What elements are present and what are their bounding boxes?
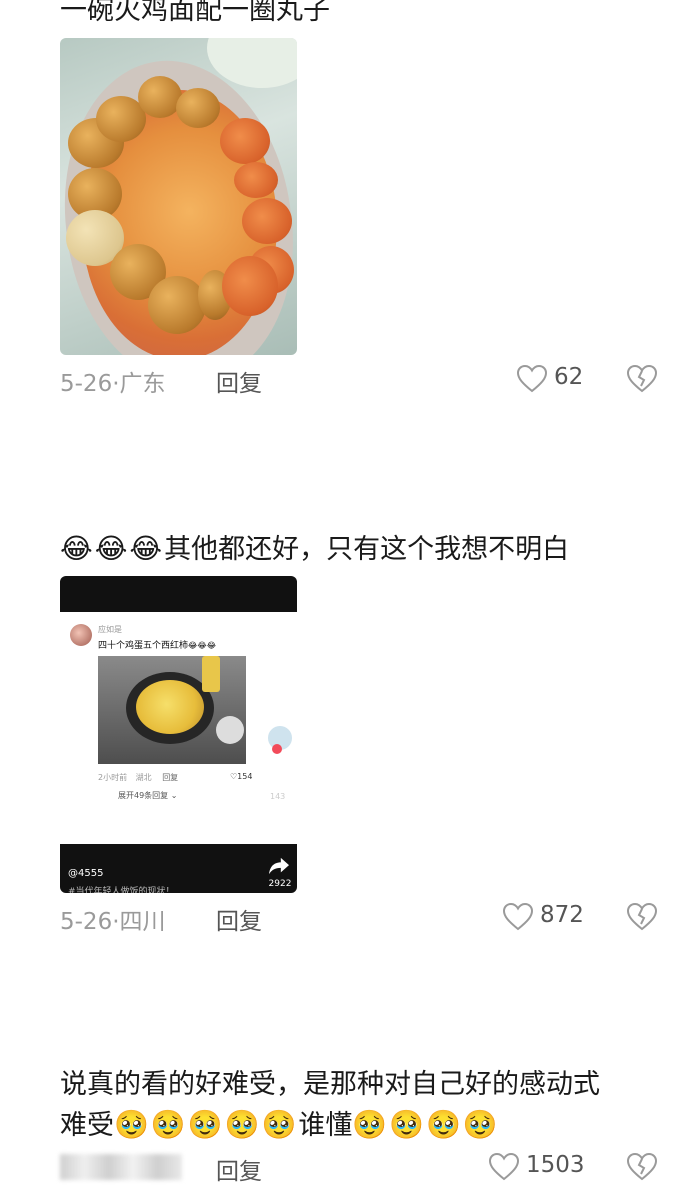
broken-heart-icon (626, 902, 658, 931)
pleading-emoji: 🥹🥹🥹🥹🥹 (114, 1108, 299, 1141)
embedded-meta: 2小时前 湖北 回复 (98, 773, 179, 782)
like-button[interactable]: 1503 (488, 1150, 598, 1184)
embedded-photo (98, 656, 246, 764)
meatball (176, 88, 220, 128)
fish-cake (242, 198, 292, 244)
broken-heart-icon (626, 1152, 658, 1181)
broken-heart-icon (626, 364, 658, 393)
like-button[interactable]: 62 (516, 362, 586, 396)
reply-button[interactable]: 回复 (216, 902, 262, 936)
like-count: 1503 (526, 1152, 585, 1178)
star-count: 52 (274, 836, 286, 846)
comment-date: 5-26 (60, 371, 113, 397)
dislike-button[interactable] (626, 1152, 658, 1186)
embedded-username: 应如是 (98, 625, 122, 634)
egg-tomato (136, 680, 204, 734)
share-count: 2922 (268, 879, 292, 889)
blurred-meta (60, 1154, 182, 1180)
video-author: @4555 (68, 868, 104, 879)
like-count: 62 (554, 364, 584, 390)
comment-location: 广东 (119, 371, 166, 397)
embedded-expand: 展开49条回复 ⌄ (118, 791, 178, 800)
like-count: 872 (540, 902, 584, 928)
comment-location: 四川 (119, 909, 166, 935)
reply-button[interactable]: 回复 (216, 1152, 262, 1186)
heart-outline-icon (516, 364, 548, 393)
laughing-crying-emoji: 😂😂😂 (60, 532, 165, 565)
fish-cake (234, 162, 278, 198)
dislike-button[interactable] (626, 364, 658, 398)
star-icon (268, 812, 290, 838)
meatball (148, 276, 206, 334)
comment-1-photo[interactable] (60, 38, 297, 355)
comment-3-line-2: 难受🥹🥹🥹🥹🥹谁懂🥹🥹🥹🥹 (60, 1108, 500, 1141)
comment-2-screenshot[interactable]: 应如是 四十个鸡蛋五个西红柿😂😂😂 2小时前 湖北 回复 ♡154 展开49条回… (60, 576, 297, 893)
like-button[interactable]: 872 (502, 900, 592, 934)
dislike-button[interactable] (626, 902, 658, 936)
comment-1-text: 一碗火鸡面配一圈丸子 (60, 0, 330, 26)
comment-2-text-row: 😂😂😂其他都还好，只有这个我想不明白 (60, 530, 569, 569)
share-icon (268, 856, 290, 880)
heart-outline-icon (488, 1152, 520, 1181)
embedded-comment-card: 应如是 四十个鸡蛋五个西红柿😂😂😂 2小时前 湖北 回复 ♡154 展开49条回… (60, 612, 297, 844)
reply-button[interactable]: 回复 (216, 364, 262, 398)
comment-2-text: 其他都还好，只有这个我想不明白 (164, 534, 570, 565)
heart-outline-icon (502, 902, 534, 931)
bowl (216, 716, 244, 744)
embedded-comment-text: 四十个鸡蛋五个西红柿😂😂😂 (98, 641, 217, 651)
fish-cake (222, 256, 278, 316)
side-like-count: 143 (270, 792, 286, 801)
embedded-likes: ♡154 (230, 772, 253, 781)
comment-3-line-1: 说真的看的好难受，是那种对自己好的感动式 (60, 1069, 600, 1100)
pleading-emoji: 🥹🥹🥹🥹 (352, 1108, 500, 1141)
oil-bottle (202, 656, 220, 692)
avatar (70, 624, 92, 646)
fish-cake (220, 118, 270, 164)
comment-2-meta: 5-26·四川 (60, 909, 166, 935)
follow-plus-icon (272, 744, 282, 754)
video-caption: #当代年轻人做饭的现状！ (68, 887, 175, 893)
comment-date: 5-26 (60, 909, 113, 935)
comment-1-meta: 5-26·广东 (60, 371, 166, 397)
